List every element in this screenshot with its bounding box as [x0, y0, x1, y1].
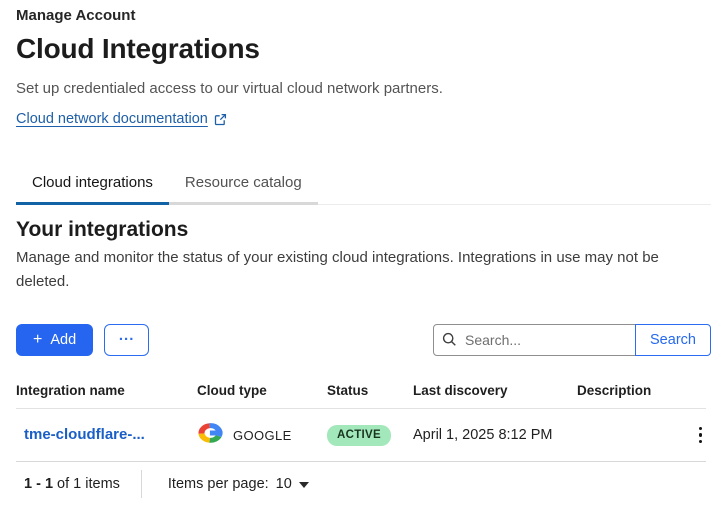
cell-cloud-type: GOOGLE [197, 422, 327, 449]
doc-link-row: Cloud network documentation [16, 110, 711, 128]
cell-last-discovery: April 1, 2025 8:12 PM [413, 427, 577, 443]
more-actions-button[interactable]: ... [104, 324, 149, 356]
toolbar-left: + Add ... [16, 324, 149, 356]
tab-resource-catalog[interactable]: Resource catalog [169, 168, 318, 205]
search-input[interactable] [433, 324, 636, 356]
cell-status: ACTIVE [327, 425, 413, 446]
table-toolbar: + Add ... Search [16, 324, 711, 356]
integration-name-link[interactable]: tme-cloudflare-... [24, 426, 145, 443]
page-title: Cloud Integrations [16, 33, 711, 65]
tab-cloud-integrations[interactable]: Cloud integrations [16, 168, 169, 205]
column-header-last-discovery: Last discovery [413, 383, 577, 398]
cloud-type-label: GOOGLE [233, 428, 292, 443]
column-header-status: Status [327, 383, 413, 398]
ellipsis-icon: ... [119, 327, 135, 344]
cell-integration-name: tme-cloudflare-... [24, 426, 197, 444]
pagination-range-bold: 1 - 1 [24, 476, 53, 492]
items-per-page-select[interactable]: Items per page: 10 [168, 476, 309, 492]
add-button-label: Add [50, 332, 76, 348]
column-header-cloud-type: Cloud type [197, 383, 327, 398]
pagination-bar: 1 - 1 of 1 items Items per page: 10 [16, 461, 706, 506]
pagination-range: 1 - 1 of 1 items [24, 476, 120, 492]
google-cloud-icon [197, 422, 224, 449]
column-header-description: Description [577, 383, 678, 398]
add-button[interactable]: + Add [16, 324, 93, 356]
status-badge: ACTIVE [327, 425, 391, 446]
caret-down-icon [299, 482, 309, 488]
pagination-total: of 1 items [57, 476, 120, 492]
search-group: Search [433, 324, 711, 356]
search-button[interactable]: Search [635, 324, 711, 356]
pagination-divider [141, 470, 142, 498]
items-per-page-value: 10 [276, 476, 292, 492]
external-link-icon [214, 113, 227, 126]
integrations-table: Integration name Cloud type Status Last … [16, 375, 706, 506]
cloud-integrations-page: Manage Account Cloud Integrations Set up… [0, 0, 727, 506]
cloud-network-documentation-link[interactable]: Cloud network documentation [16, 111, 227, 127]
breadcrumb: Manage Account [16, 7, 711, 24]
search-box [433, 324, 636, 356]
doc-link-label: Cloud network documentation [16, 111, 208, 127]
table-header-row: Integration name Cloud type Status Last … [16, 375, 706, 409]
items-per-page-label: Items per page: [168, 476, 269, 492]
table-row: tme-cloudflare-... GOOGLE ACTIVE April [16, 409, 706, 461]
row-actions-kebab-icon[interactable] [695, 423, 707, 448]
tab-bar: Cloud integrations Resource catalog [16, 168, 711, 205]
section-heading: Your integrations [16, 218, 711, 242]
column-header-integration-name: Integration name [16, 383, 197, 398]
plus-icon: + [33, 332, 42, 348]
page-subtitle: Set up credentialed access to our virtua… [16, 80, 711, 97]
section-description: Manage and monitor the status of your ex… [16, 246, 711, 294]
